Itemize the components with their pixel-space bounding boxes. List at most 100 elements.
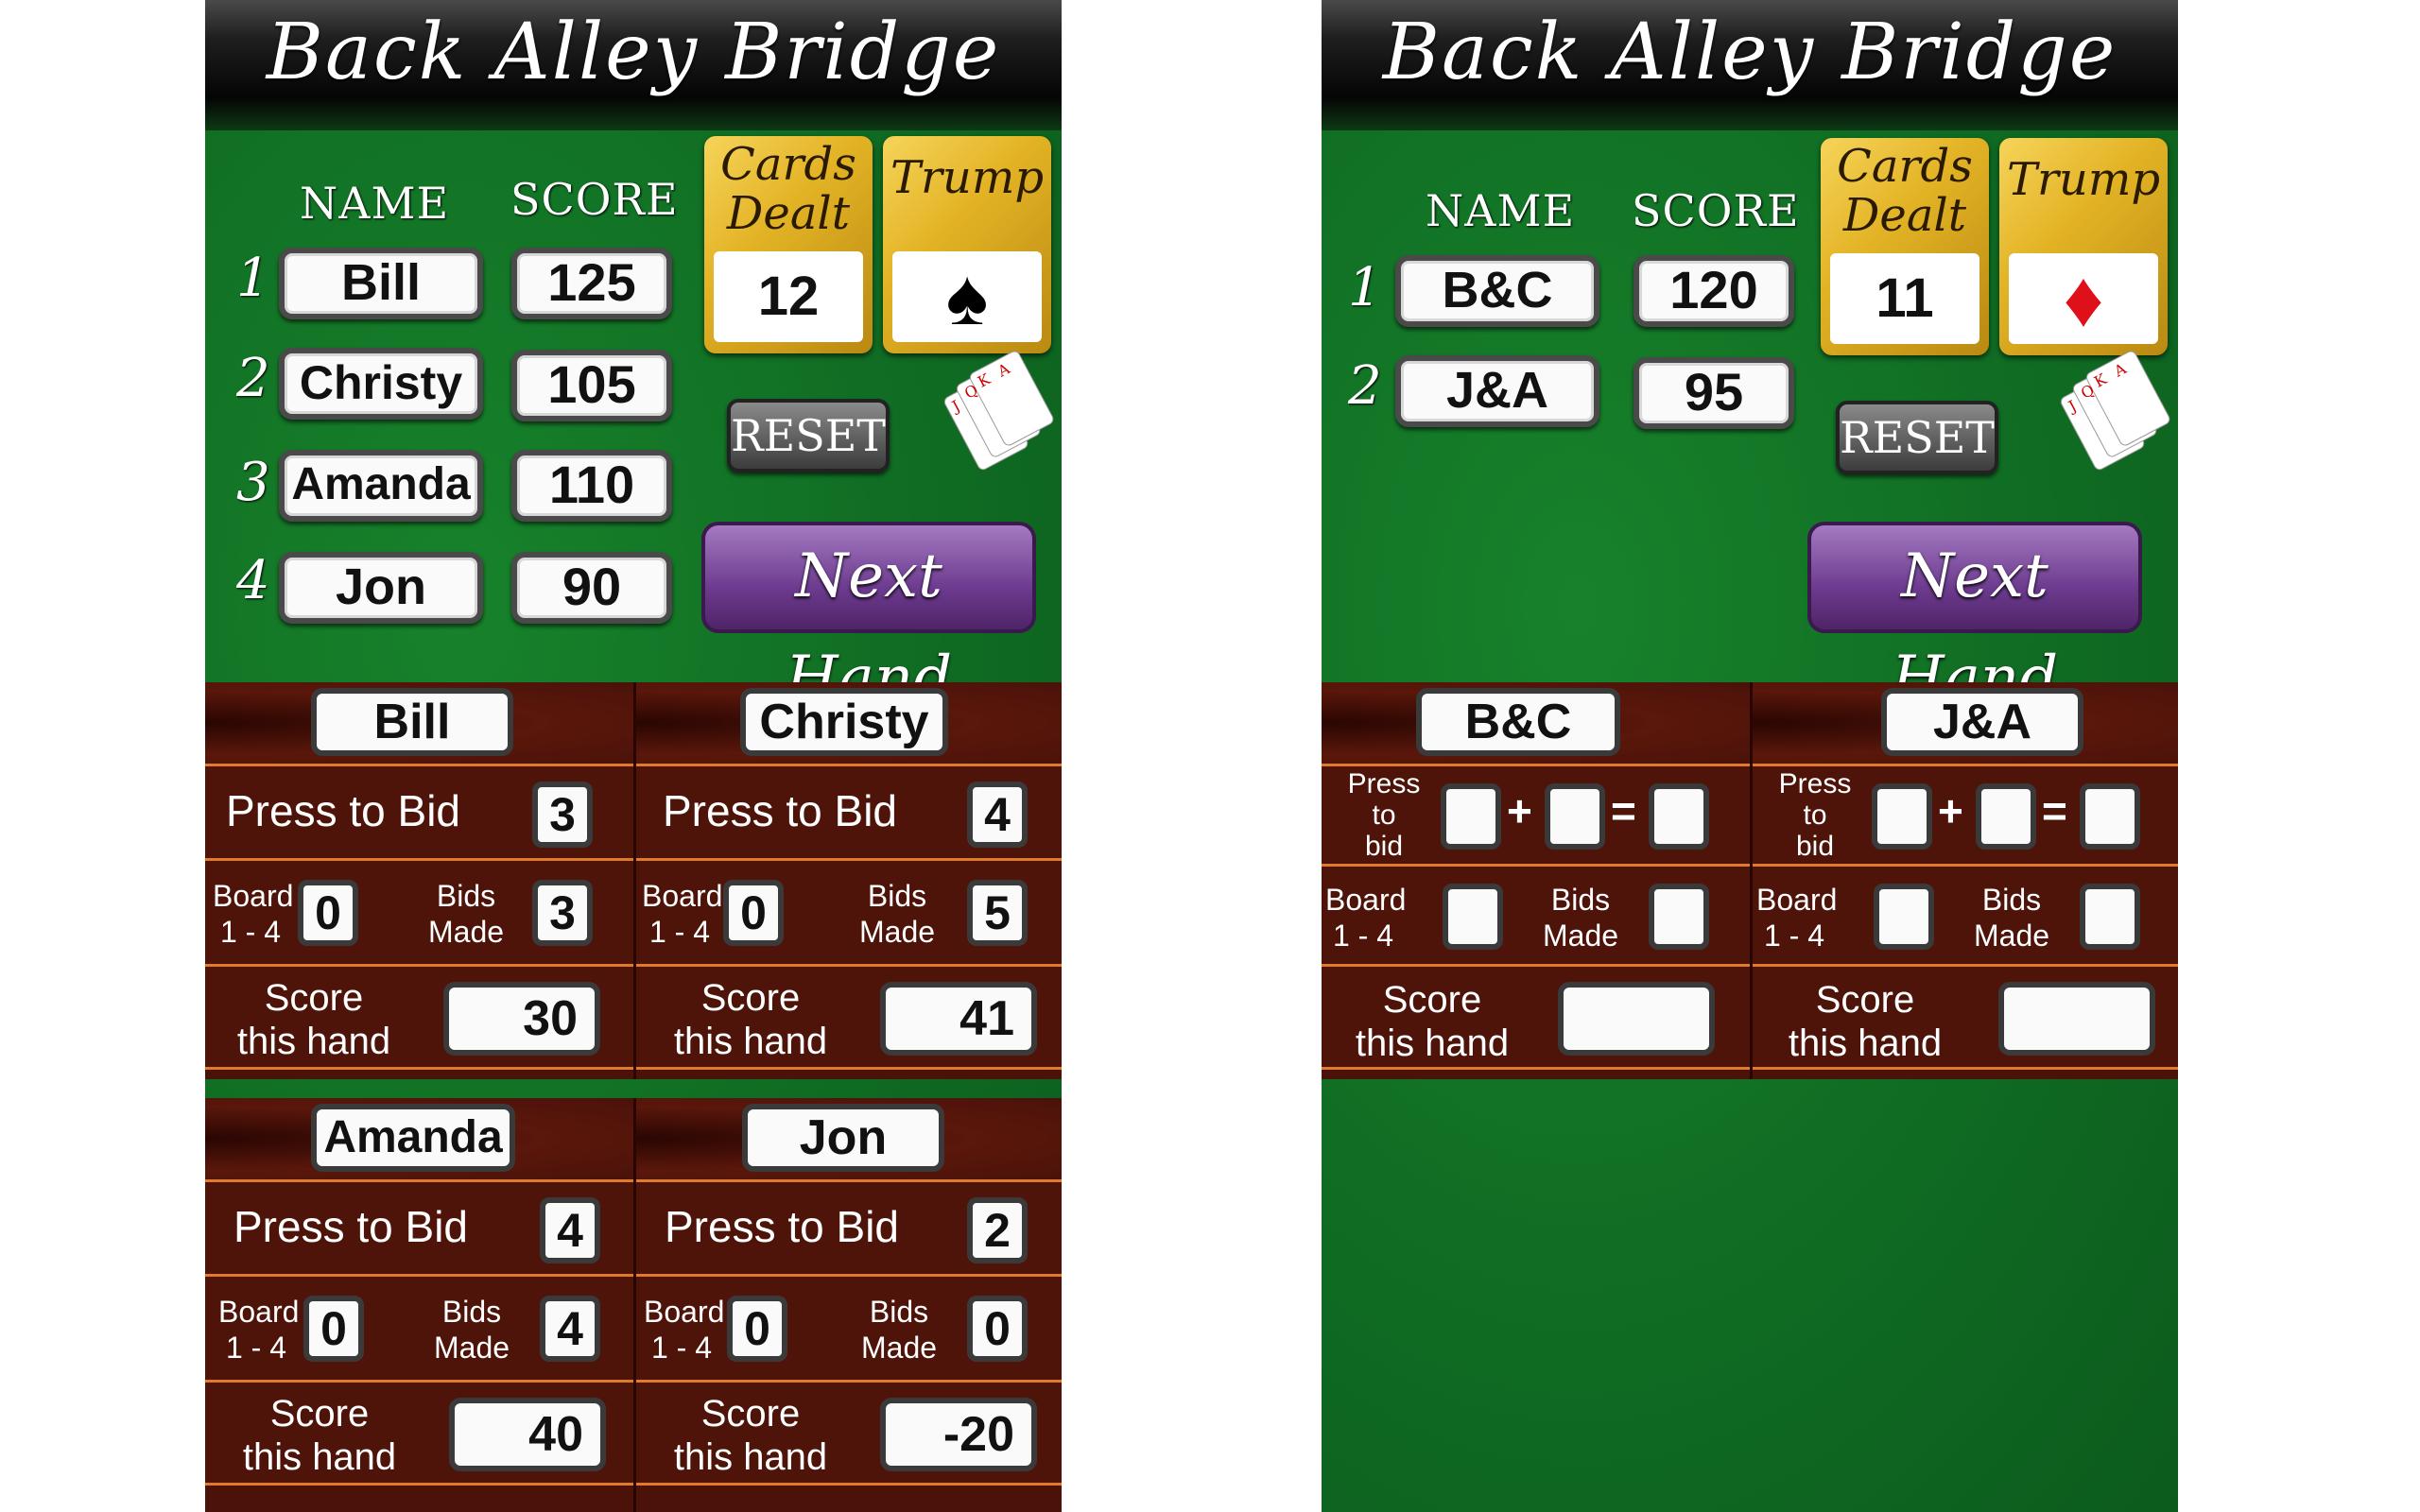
player-name-chip[interactable]: Jon xyxy=(279,552,483,624)
score-label: Score xyxy=(1382,979,1482,1021)
bid-row[interactable]: Press to bid + = xyxy=(1322,764,1750,864)
press-to-bid-label[interactable]: Press to Bid xyxy=(663,785,965,836)
title-bar: Back Alley Bridge xyxy=(1322,0,2178,130)
this-hand-label: this hand xyxy=(242,1436,397,1478)
player-score-chip: 110 xyxy=(511,450,672,522)
player-name-chip[interactable]: Bill xyxy=(279,248,483,319)
board-value[interactable]: 0 xyxy=(298,880,358,946)
board-value[interactable] xyxy=(1874,884,1934,950)
cards-dealt-box[interactable]: Cards Dealt 11 xyxy=(1821,138,1989,355)
player-name-chip[interactable]: Amanda xyxy=(279,450,483,522)
board-range-label: 1 - 4 xyxy=(219,915,282,949)
bid-row[interactable]: Press to Bid 4 xyxy=(636,764,1062,858)
diamond-icon: ♦ xyxy=(2009,253,2158,344)
hand-score-value xyxy=(1998,982,2155,1056)
bid-row[interactable]: Press to bid + = xyxy=(1753,764,2178,864)
board-value[interactable]: 0 xyxy=(723,880,784,946)
bid-label: bid xyxy=(1795,831,1835,862)
hand-player-name: Christy xyxy=(740,688,948,756)
team-name-chip[interactable]: B&C xyxy=(1395,255,1599,327)
name-column-header: NAME xyxy=(1426,185,1576,236)
bids-made-value[interactable]: 5 xyxy=(967,880,1028,946)
team-bid-total xyxy=(1649,783,1709,850)
hand-panel: Bill Press to Bid 3 Board 1 - 4 0 Bids M… xyxy=(205,682,633,1079)
bid-value[interactable]: 4 xyxy=(540,1197,600,1263)
made-label: Made xyxy=(1974,919,2050,953)
team-hand-panel: B&C Press to bid + = Board 1 - 4 Bids Ma… xyxy=(1322,682,1750,1079)
trump-box[interactable]: Trump ♦ xyxy=(1999,138,2168,355)
made-label: Made xyxy=(1543,919,1619,953)
board-value[interactable]: 0 xyxy=(727,1296,787,1362)
board-value[interactable] xyxy=(1443,884,1503,950)
bids-made-value[interactable] xyxy=(2080,884,2140,950)
board-row: Board 1 - 4 0 Bids Made 5 xyxy=(636,858,1062,964)
partner-a-bid[interactable] xyxy=(1872,783,1932,850)
team-name-chip[interactable]: J&A xyxy=(1395,355,1599,427)
score-column-header: SCORE xyxy=(1632,185,1800,236)
partner-b-bid[interactable] xyxy=(1976,783,2036,850)
made-label: Made xyxy=(428,915,505,949)
next-hand-button[interactable]: Next Hand xyxy=(701,522,1036,713)
bid-value[interactable]: 3 xyxy=(532,782,593,848)
bids-label: Bids xyxy=(869,1295,929,1329)
player-name-chip[interactable]: Christy xyxy=(279,348,483,420)
this-hand-label: this hand xyxy=(673,1436,828,1478)
score-row: Score this hand xyxy=(1322,964,1750,1070)
equals-sign: = xyxy=(1611,786,1636,835)
game-screen-teams: Back Alley Bridge NAME SCORE 1 B&C 120 2… xyxy=(1322,0,2178,1512)
score-label: Score xyxy=(269,1393,370,1435)
score-label: Score xyxy=(700,1393,801,1435)
team-hand-panel: J&A Press to bid + = Board 1 - 4 Bids Ma… xyxy=(1750,682,2178,1079)
made-label: Made xyxy=(859,915,936,949)
board-label: Board xyxy=(644,1295,725,1329)
bids-label: Bids xyxy=(1550,883,1611,917)
hand-score-value: -20 xyxy=(880,1398,1037,1471)
press-to-bid-label[interactable]: Press to Bid xyxy=(233,1201,536,1252)
board-row: Board 1 - 4 Bids Made xyxy=(1322,864,1750,964)
cards-dealt-box[interactable]: Cards Dealt 12 xyxy=(704,136,873,353)
playing-cards-icon: J Q K A xyxy=(943,351,1054,471)
press-label: Press xyxy=(1778,768,1852,799)
board-row: Board 1 - 4 Bids Made xyxy=(1753,864,2178,964)
bid-value[interactable]: 4 xyxy=(967,782,1028,848)
bid-row[interactable]: Press to Bid 4 xyxy=(205,1179,633,1274)
partner-b-bid[interactable] xyxy=(1545,783,1605,850)
score-label: Score xyxy=(1815,979,1915,1021)
reset-button[interactable]: RESET xyxy=(1836,401,1998,474)
bids-label: Bids xyxy=(1981,883,2042,917)
board-value[interactable]: 0 xyxy=(303,1296,364,1362)
player-rank: 3 xyxy=(236,452,270,513)
title-bar: Back Alley Bridge xyxy=(205,0,1062,130)
next-hand-button[interactable]: Next Hand xyxy=(1807,522,2142,713)
board-row: Board 1 - 4 0 Bids Made 4 xyxy=(205,1274,633,1380)
player-rank: 1 xyxy=(236,248,270,309)
player-rank: 4 xyxy=(236,550,270,611)
this-hand-label: this hand xyxy=(1355,1022,1510,1064)
board-range-label: 1 - 4 xyxy=(650,1331,713,1365)
press-to-bid-label[interactable]: Press to Bid xyxy=(665,1201,967,1252)
app-title: Back Alley Bridge xyxy=(1382,8,2118,97)
spade-icon: ♠ xyxy=(892,251,1042,342)
player-score-chip: 90 xyxy=(511,552,672,624)
made-label: Made xyxy=(861,1331,938,1365)
team-rank: 2 xyxy=(1348,355,1382,417)
hand-panel: Amanda Press to Bid 4 Board 1 - 4 0 Bids… xyxy=(205,1098,633,1512)
bids-made-value[interactable] xyxy=(1649,884,1709,950)
bids-made-value[interactable]: 4 xyxy=(540,1296,600,1362)
hand-player-name: Bill xyxy=(311,688,513,756)
bid-value[interactable]: 2 xyxy=(967,1197,1028,1263)
this-hand-label: this hand xyxy=(236,1021,391,1062)
board-label: Board xyxy=(1756,883,1838,917)
trump-box[interactable]: Trump ♠ xyxy=(883,136,1051,353)
hand-team-name: J&A xyxy=(1881,688,2083,756)
board-row: Board 1 - 4 0 Bids Made 3 xyxy=(205,858,633,964)
bid-row[interactable]: Press to Bid 2 xyxy=(636,1179,1062,1274)
reset-button[interactable]: RESET xyxy=(727,399,890,472)
bid-row[interactable]: Press to Bid 3 xyxy=(205,764,633,858)
bids-made-value[interactable]: 3 xyxy=(532,880,593,946)
score-row: Score this hand xyxy=(1753,964,2178,1070)
this-hand-label: this hand xyxy=(673,1021,828,1062)
press-to-bid-label[interactable]: Press to Bid xyxy=(226,785,528,836)
partner-a-bid[interactable] xyxy=(1441,783,1501,850)
bids-made-value[interactable]: 0 xyxy=(967,1296,1028,1362)
